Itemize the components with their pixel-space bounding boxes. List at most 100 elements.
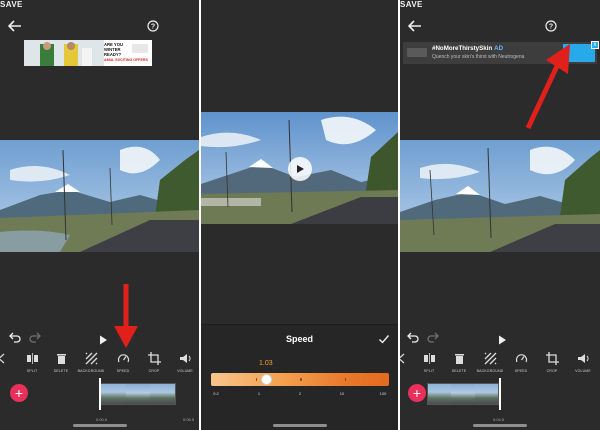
tool-label: SPEED	[116, 369, 130, 373]
svg-text:?: ?	[549, 24, 553, 31]
clip-thumbnail-strip[interactable]	[427, 383, 499, 405]
banner-ad[interactable]: ARE YOU WINTER READY? AMUL EXCITING OFFE…	[24, 40, 152, 66]
slider-tick	[255, 378, 257, 381]
tool-bar: SPLIT DELETE BACKGROUND SPEED CROP VOLUM…	[400, 349, 600, 379]
trash-icon	[56, 354, 66, 364]
split-icon	[26, 353, 38, 364]
add-clip-button[interactable]: +	[408, 384, 426, 402]
ad-headline: #NoMoreThirstySkin	[432, 45, 493, 52]
tool-delete[interactable]: DELETE	[444, 349, 474, 373]
ad-headline-row: #NoMoreThirstySkin AD	[432, 45, 503, 52]
speed-panel: Speed 1.03 0.2 1 2 10 100	[201, 324, 398, 430]
redo-icon[interactable]	[28, 331, 42, 345]
trash-icon	[454, 354, 464, 364]
play-icon	[297, 165, 304, 173]
speedometer-icon	[515, 354, 527, 363]
tool-crop[interactable]: CROP	[139, 349, 169, 373]
speed-scale-label: 10	[339, 391, 345, 396]
save-button[interactable]: SAVE	[0, 0, 199, 9]
timeline-end-time: 0:04.5	[493, 417, 505, 422]
tool-label: DELETE	[451, 369, 467, 373]
banner-ad[interactable]: #NoMoreThirstySkin AD Quench your skin's …	[403, 41, 599, 64]
speedometer-icon	[117, 354, 129, 363]
ad-headline: ARE YOU WINTER READY?	[104, 42, 124, 57]
slider-tick	[344, 378, 346, 381]
home-indicator	[72, 424, 127, 427]
ad-close-button[interactable]: x	[591, 41, 599, 49]
tool-label: VOLUME	[575, 369, 591, 373]
tool-label: BACKGROUND	[77, 369, 105, 373]
ad-brand-logo	[132, 44, 148, 53]
split-icon	[423, 353, 435, 364]
add-clip-button[interactable]: +	[10, 384, 28, 402]
speed-scale-label: 100	[379, 391, 387, 396]
editor-screen-speed-tool: ? SAVE ARE YOU WINTER READY? AMUL EXCITI…	[0, 0, 199, 430]
editor-screen-save: ? SAVE #NoMoreThirstySkin AD Quench your …	[400, 0, 600, 430]
crop-icon	[147, 352, 161, 365]
back-arrow-icon[interactable]	[406, 17, 424, 35]
tool-label: SPEED	[514, 369, 528, 373]
tool-delete[interactable]: DELETE	[46, 349, 76, 373]
speed-scale-label: 1	[257, 391, 261, 396]
timeline-end-time: 0:05.5	[183, 417, 195, 422]
speed-slider[interactable]	[211, 373, 389, 386]
video-preview[interactable]	[400, 140, 600, 252]
tool-split[interactable]: SPLIT	[414, 349, 444, 373]
tool-label: DELETE	[53, 369, 69, 373]
slider-tick	[300, 378, 302, 381]
tool-volume[interactable]: VOLUME	[170, 349, 199, 373]
back-arrow-icon[interactable]	[6, 17, 24, 35]
tool-background[interactable]: BACKGROUND	[76, 349, 106, 373]
video-preview[interactable]	[0, 140, 199, 252]
tool-label: VOLUME	[177, 369, 193, 373]
timeline[interactable]: + 0:00.0 0:05.5	[0, 378, 199, 422]
tool-speed[interactable]: SPEED	[506, 349, 536, 373]
clip-thumbnail-strip[interactable]	[100, 383, 176, 405]
ad-photo	[24, 40, 104, 66]
speed-scale-label: 0.2	[213, 391, 219, 396]
playhead[interactable]	[499, 378, 501, 410]
tool-volume[interactable]: VOLUME	[568, 349, 598, 373]
speed-panel-title: Speed	[285, 334, 313, 344]
annotation-arrow-down	[114, 284, 138, 348]
volume-icon	[179, 354, 191, 363]
speed-scale-label: 2	[298, 391, 302, 396]
timeline-start-time: 0:00.0	[96, 417, 108, 422]
home-indicator	[272, 424, 327, 427]
speed-adjust-screen: Speed 1.03 0.2 1 2 10 100	[201, 0, 398, 430]
tool-crop[interactable]: CROP	[537, 349, 567, 373]
speed-value: 1.03	[259, 360, 273, 367]
undo-icon[interactable]	[8, 331, 22, 345]
undo-icon[interactable]	[406, 331, 420, 345]
tool-split[interactable]: SPLIT	[17, 349, 47, 373]
tool-label: BACKGROUND	[476, 369, 504, 373]
ad-subtext: Quench your skin's thirst with Neutrogen…	[432, 54, 525, 60]
tool-speed[interactable]: SPEED	[108, 349, 138, 373]
background-icon	[85, 352, 97, 365]
ad-badge: AD	[494, 45, 504, 52]
chevron-left-icon	[400, 353, 404, 364]
help-icon[interactable]: ?	[542, 17, 560, 35]
tool-bar: SPLIT DELETE BACKGROUND SPEED CROP VOLUM…	[0, 349, 199, 379]
play-icon[interactable]	[496, 333, 508, 345]
speed-slider-handle[interactable]	[260, 374, 272, 385]
tool-partial[interactable]	[0, 349, 17, 365]
svg-text:?: ?	[151, 24, 155, 31]
tool-background[interactable]: BACKGROUND	[475, 349, 505, 373]
redo-icon[interactable]	[426, 331, 440, 345]
chevron-left-icon	[0, 353, 4, 364]
ad-offer-text: AMUL EXCITING OFFERS	[104, 58, 148, 62]
timeline[interactable]: + 0:04.5	[400, 378, 600, 422]
save-button[interactable]: SAVE	[400, 0, 600, 9]
video-play-button[interactable]	[288, 157, 312, 181]
crop-icon	[545, 352, 559, 365]
check-icon[interactable]	[378, 332, 390, 344]
tool-label: CROP	[148, 369, 160, 373]
play-icon[interactable]	[97, 333, 109, 345]
playhead[interactable]	[99, 378, 101, 410]
tool-label: SPLIT	[26, 369, 38, 373]
tool-label: SPLIT	[423, 369, 435, 373]
ad-brand-logo	[407, 48, 427, 57]
help-icon[interactable]: ?	[144, 17, 162, 35]
background-icon	[484, 352, 496, 365]
